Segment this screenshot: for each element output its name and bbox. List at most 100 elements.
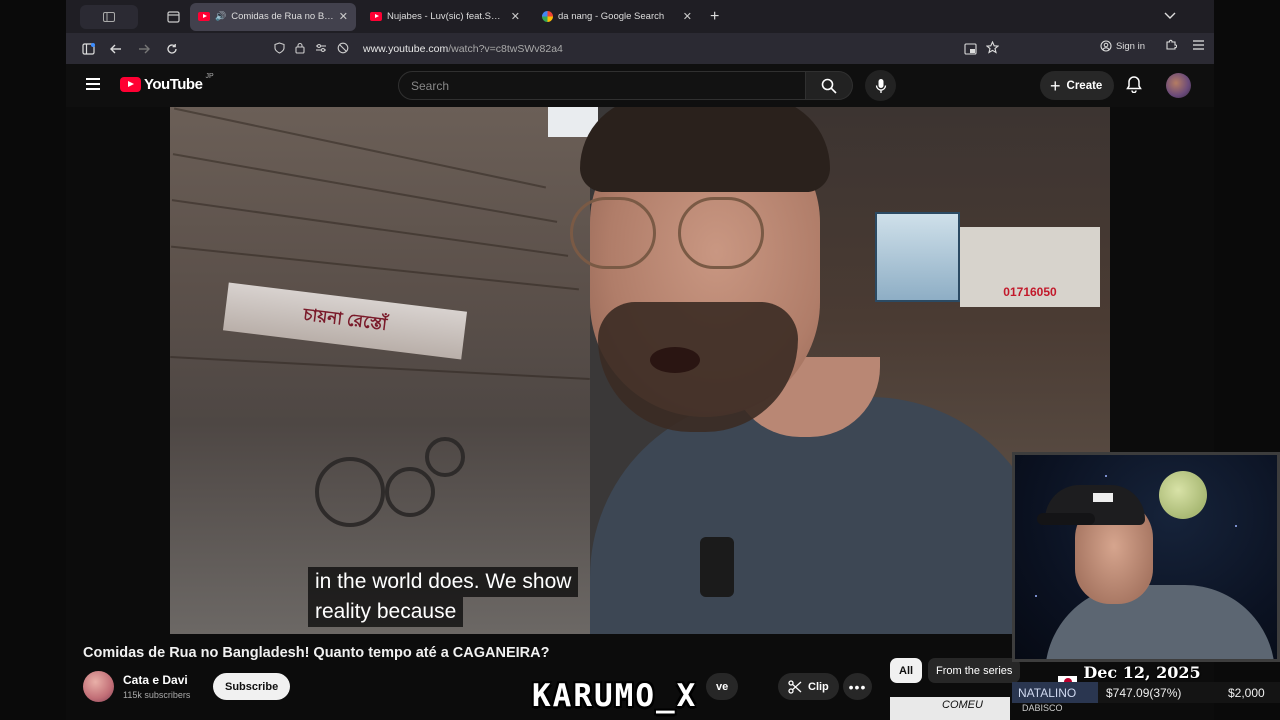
- tab-youtube-video[interactable]: 🔊 Comidas de Rua no Bangladesh! ✕: [190, 2, 356, 31]
- browser-tab-bar: 🔊 Comidas de Rua no Bangladesh! ✕ Nujabe…: [66, 0, 1214, 33]
- url-text: www.youtube.com/watch?v=c8twSWv82a4: [363, 43, 563, 55]
- presenter-hair: [580, 107, 830, 192]
- audio-playing-icon[interactable]: 🔊: [215, 11, 226, 22]
- tab-title: Nujabes - Luv(sic) feat.Shing02: [387, 11, 506, 22]
- caption-line: in the world does. We show: [308, 567, 579, 597]
- left-margin: [0, 0, 66, 720]
- browser-nav-bar: www.youtube.com/watch?v=c8twSWv82a4 Sign…: [66, 33, 1214, 64]
- chip-from-series[interactable]: From the series: [928, 658, 1021, 683]
- voice-search-button[interactable]: [865, 70, 896, 101]
- forward-arrow-icon[interactable]: [132, 37, 156, 61]
- tracking-shield-icon[interactable]: [274, 41, 285, 57]
- create-label: Create: [1066, 79, 1103, 92]
- app-menu-hamburger-icon[interactable]: [1193, 37, 1204, 55]
- sign-in-label: Sign in: [1115, 40, 1145, 52]
- presenter-mouth: [650, 347, 700, 373]
- scissors-icon: [788, 679, 802, 694]
- star: [1035, 595, 1037, 597]
- lock-icon[interactable]: [295, 42, 305, 57]
- caption-line: reality because: [308, 597, 464, 627]
- star: [1235, 525, 1237, 527]
- new-tab-plus-icon[interactable]: +: [710, 8, 719, 26]
- bookmark-star-icon[interactable]: [985, 40, 1000, 59]
- clip-label: Clip: [808, 680, 829, 693]
- youtube-play-logo-icon: [120, 77, 141, 92]
- youtube-favicon-icon: [198, 12, 210, 21]
- tab-groups-button[interactable]: [162, 6, 184, 28]
- back-arrow-icon[interactable]: [104, 37, 128, 61]
- firefox-account-sign-in-button[interactable]: Sign in: [1094, 37, 1151, 55]
- street-building-left: [170, 107, 590, 634]
- tab-google-search[interactable]: da nang - Google Search ✕: [534, 3, 700, 31]
- toolbar-right: Sign in: [1094, 37, 1204, 55]
- streamer-hoodie: [1045, 585, 1275, 659]
- sidebar-icon: [103, 11, 115, 22]
- create-button[interactable]: + Create: [1040, 71, 1115, 100]
- url-path: /watch?v=c8twSWv82a4: [448, 43, 563, 55]
- url-host: www.youtube.com: [363, 43, 449, 55]
- side-card-caption: DABISCO: [1022, 703, 1063, 713]
- star: [1105, 475, 1107, 477]
- presenter-glasses: [570, 197, 810, 277]
- video-captions: in the world does. We show reality becau…: [308, 567, 579, 627]
- donation-label: NATALINO: [1012, 682, 1098, 703]
- save-label: ve: [716, 680, 729, 693]
- notifications-bell-icon[interactable]: [1126, 75, 1142, 98]
- save-button[interactable]: ve: [706, 673, 739, 700]
- donation-ticker: NATALINO $747.09(37%) $2,000: [1012, 682, 1280, 703]
- tab-title: Comidas de Rua no Bangladesh!: [231, 11, 334, 22]
- donation-amount: $747.09(37%): [1106, 685, 1182, 700]
- extensions-icon[interactable]: [1165, 37, 1178, 55]
- search-icon: [821, 78, 837, 94]
- account-avatar[interactable]: [1166, 73, 1191, 98]
- webcam-overlay: [1012, 452, 1280, 662]
- search-button[interactable]: [806, 71, 853, 100]
- reload-icon[interactable]: [160, 37, 184, 61]
- permissions-icon[interactable]: [315, 43, 327, 56]
- rickshaw-wheel: [425, 437, 465, 477]
- youtube-favicon-icon: [370, 12, 382, 21]
- close-tab-icon[interactable]: ✕: [511, 10, 520, 23]
- channel-name[interactable]: Cata e Davi: [123, 673, 188, 687]
- list-all-tabs-chevron-icon[interactable]: [1164, 11, 1176, 23]
- clip-button[interactable]: Clip: [778, 673, 839, 700]
- chip-all[interactable]: All: [890, 658, 923, 683]
- channel-avatar[interactable]: [83, 671, 114, 702]
- subscribe-button[interactable]: Subscribe: [213, 673, 291, 700]
- streamer-watermark: KARUMO_X: [532, 678, 698, 714]
- recommended-video-thumbnail[interactable]: COMEU: [890, 697, 1010, 720]
- plus-icon: +: [1050, 75, 1061, 96]
- video-title: Comidas de Rua no Bangladesh! Quanto tem…: [83, 645, 550, 661]
- youtube-header: YouTube JP + Create: [66, 64, 1214, 107]
- more-actions-ellipsis-icon[interactable]: •••: [843, 673, 872, 700]
- microphone-icon: [875, 78, 886, 93]
- moon-background: [1159, 471, 1207, 519]
- tab-title: da nang - Google Search: [558, 11, 665, 22]
- archive-icon: [166, 10, 180, 23]
- rickshaw-wheel: [315, 457, 385, 527]
- guide-menu-icon[interactable]: [86, 78, 100, 90]
- screen: 🔊 Comidas de Rua no Bangladesh! ✕ Nujabe…: [0, 0, 1280, 720]
- streamer-cap-brim: [1037, 513, 1095, 525]
- search-input[interactable]: [411, 78, 805, 93]
- lapel-microphone: [700, 537, 734, 597]
- cap-logo: [1093, 493, 1113, 502]
- sidebar-toggle-button[interactable]: [80, 4, 138, 29]
- donation-goal: $2,000: [1228, 685, 1265, 700]
- picture-in-picture-icon[interactable]: [964, 42, 977, 60]
- rickshaw-wheel: [385, 467, 435, 517]
- search-box: [398, 71, 806, 100]
- address-bar[interactable]: www.youtube.com/watch?v=c8twSWv82a4: [268, 37, 816, 61]
- google-favicon-icon: [542, 11, 553, 22]
- close-tab-icon[interactable]: ✕: [683, 10, 692, 23]
- logo-wordmark: YouTube: [144, 76, 203, 93]
- youtube-logo[interactable]: YouTube JP: [120, 73, 214, 93]
- shop-sign: 01716050: [960, 227, 1100, 307]
- autoplay-blocked-icon[interactable]: [337, 42, 349, 57]
- video-player[interactable]: চায়না রেস্তোঁ 01716050 in the world doe…: [170, 107, 1110, 634]
- tab-nujabes[interactable]: Nujabes - Luv(sic) feat.Shing02 ✕: [362, 3, 528, 31]
- sidebar-panel-icon[interactable]: [76, 37, 100, 61]
- close-tab-icon[interactable]: ✕: [339, 10, 348, 23]
- region-code: JP: [205, 73, 214, 80]
- account-icon: [1100, 40, 1112, 52]
